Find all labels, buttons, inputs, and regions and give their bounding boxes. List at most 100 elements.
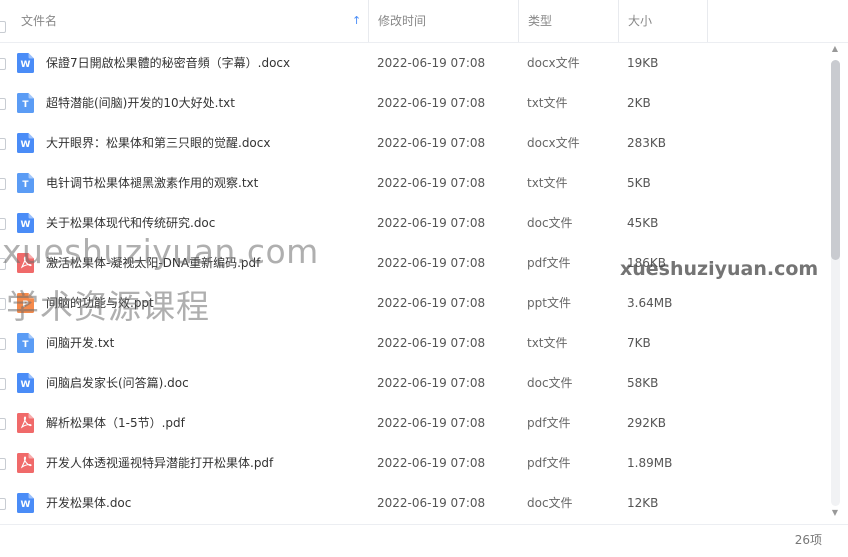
column-header-type-label: 类型: [528, 14, 553, 28]
select-all-checkbox[interactable]: [0, 21, 6, 33]
file-name[interactable]: 开发松果体.doc: [46, 483, 131, 523]
file-name[interactable]: 开发人体透视遥视特异潜能打开松果体.pdf: [46, 443, 273, 483]
word-file-icon: W: [17, 53, 34, 73]
file-size: 2KB: [627, 96, 651, 110]
text-file-icon: T: [17, 173, 34, 193]
file-row[interactable]: W 保證7日開啟松果體的秘密音頻（字幕）.docx 2022-06-19 07:08…: [0, 43, 830, 83]
file-modified-time: 2022-06-19 07:08: [377, 56, 486, 70]
row-checkbox[interactable]: [0, 418, 6, 430]
column-header-name[interactable]: 文件名: [12, 0, 368, 42]
file-type: pdf文件: [527, 416, 571, 430]
file-type: txt文件: [527, 176, 568, 190]
row-checkbox[interactable]: [0, 58, 6, 70]
file-modified-time: 2022-06-19 07:08: [377, 216, 486, 230]
column-header-type[interactable]: 类型: [518, 0, 618, 42]
pdf-file-icon: [17, 413, 34, 433]
pdf-file-icon: [17, 453, 34, 473]
vertical-scrollbar[interactable]: [831, 60, 840, 506]
footer-divider: [0, 524, 848, 525]
row-checkbox[interactable]: [0, 98, 6, 110]
svg-text:T: T: [22, 180, 29, 190]
text-file-icon: T: [17, 333, 34, 353]
file-modified-time: 2022-06-19 07:08: [377, 96, 486, 110]
file-modified-time: 2022-06-19 07:08: [377, 336, 486, 350]
file-modified-time: 2022-06-19 07:08: [377, 416, 486, 430]
file-size: 7KB: [627, 336, 651, 350]
row-checkbox[interactable]: [0, 338, 6, 350]
file-size: 45KB: [627, 216, 659, 230]
word-file-icon: W: [17, 373, 34, 393]
file-type: pdf文件: [527, 456, 571, 470]
svg-text:W: W: [21, 140, 31, 150]
watermark-url-left: xueshuziyuan.com: [2, 232, 319, 271]
file-modified-time: 2022-06-19 07:08: [377, 496, 486, 510]
item-count: 26项: [794, 533, 822, 547]
file-row[interactable]: W 间脑启发家长(问答篇).doc 2022-06-19 07:08 doc文件 58K…: [0, 363, 830, 403]
file-row[interactable]: T 间脑开发.txt 2022-06-19 07:08 txt文件 7KB: [0, 323, 830, 363]
text-file-icon: T: [17, 93, 34, 113]
column-header-name-label: 文件名: [21, 14, 58, 28]
row-checkbox[interactable]: [0, 218, 6, 230]
svg-text:T: T: [22, 100, 29, 110]
column-header-modified[interactable]: 修改时间: [368, 0, 518, 42]
file-type: docx文件: [527, 136, 580, 150]
file-modified-time: 2022-06-19 07:08: [377, 456, 486, 470]
column-header-size[interactable]: 大小: [618, 0, 708, 42]
file-row[interactable]: W 开发松果体.doc 2022-06-19 07:08 doc文件 12KB: [0, 483, 830, 523]
file-type: doc文件: [527, 496, 573, 510]
scroll-down-arrow-icon[interactable]: ▼: [829, 508, 841, 518]
row-checkbox[interactable]: [0, 458, 6, 470]
file-size: 1.89MB: [627, 456, 673, 470]
file-size: 58KB: [627, 376, 659, 390]
file-size: 5KB: [627, 176, 651, 190]
watermark-url-right: xueshuziyuan.com: [620, 258, 819, 280]
word-file-icon: W: [17, 133, 34, 153]
scrollbar-thumb[interactable]: [831, 60, 840, 260]
file-name[interactable]: 间脑开发.txt: [46, 323, 114, 363]
file-modified-time: 2022-06-19 07:08: [377, 376, 486, 390]
file-row[interactable]: 解析松果体（1-5节）.pdf 2022-06-19 07:08 pdf文件 292K…: [0, 403, 830, 443]
file-modified-time: 2022-06-19 07:08: [377, 256, 486, 270]
file-name[interactable]: 超特潜能(间脑)开发的10大好处.txt: [46, 83, 235, 123]
file-size: 12KB: [627, 496, 659, 510]
file-row[interactable]: 开发人体透视遥视特异潜能打开松果体.pdf 2022-06-19 07:08 pdf…: [0, 443, 830, 483]
svg-text:W: W: [21, 380, 31, 390]
row-checkbox[interactable]: [0, 498, 6, 510]
column-header-size-label: 大小: [628, 14, 653, 28]
file-row[interactable]: W 大开眼界：松果体和第三只眼的觉醒.docx 2022-06-19 07:08 do…: [0, 123, 830, 163]
file-type: txt文件: [527, 96, 568, 110]
file-type: ppt文件: [527, 296, 571, 310]
file-size: 19KB: [627, 56, 659, 70]
file-name[interactable]: 间脑启发家长(问答篇).doc: [46, 363, 189, 403]
file-size: 3.64MB: [627, 296, 673, 310]
svg-text:W: W: [21, 220, 31, 230]
file-type: pdf文件: [527, 256, 571, 270]
file-modified-time: 2022-06-19 07:08: [377, 296, 486, 310]
file-row[interactable]: T 超特潜能(间脑)开发的10大好处.txt 2022-06-19 07:08 txt…: [0, 83, 830, 123]
column-header-modified-label: 修改时间: [378, 14, 427, 28]
file-type: docx文件: [527, 56, 580, 70]
file-size: 292KB: [627, 416, 667, 430]
file-type: doc文件: [527, 376, 573, 390]
row-checkbox[interactable]: [0, 178, 6, 190]
file-type: doc文件: [527, 216, 573, 230]
file-list-header: 文件名 ↑ 修改时间 类型 大小: [0, 0, 848, 43]
svg-text:T: T: [22, 340, 29, 350]
watermark-text-left: 学术资源课程: [6, 287, 210, 326]
word-file-icon: W: [17, 493, 34, 513]
file-name[interactable]: 解析松果体（1-5节）.pdf: [46, 403, 185, 443]
svg-text:W: W: [21, 60, 31, 70]
row-checkbox[interactable]: [0, 138, 6, 150]
file-modified-time: 2022-06-19 07:08: [377, 136, 486, 150]
file-row[interactable]: T 电针调节松果体褪黑激素作用的观察.txt 2022-06-19 07:08 txt…: [0, 163, 830, 203]
word-file-icon: W: [17, 213, 34, 233]
file-name[interactable]: 保證7日開啟松果體的秘密音頻（字幕）.docx: [46, 43, 290, 83]
file-name[interactable]: 电针调节松果体褪黑激素作用的观察.txt: [46, 163, 258, 203]
sort-ascending-icon[interactable]: ↑: [352, 0, 361, 42]
scroll-up-arrow-icon[interactable]: ▲: [829, 44, 841, 54]
file-type: txt文件: [527, 336, 568, 350]
row-checkbox[interactable]: [0, 378, 6, 390]
file-name[interactable]: 大开眼界：松果体和第三只眼的觉醒.docx: [46, 123, 270, 163]
file-size: 283KB: [627, 136, 667, 150]
svg-text:W: W: [21, 500, 31, 510]
